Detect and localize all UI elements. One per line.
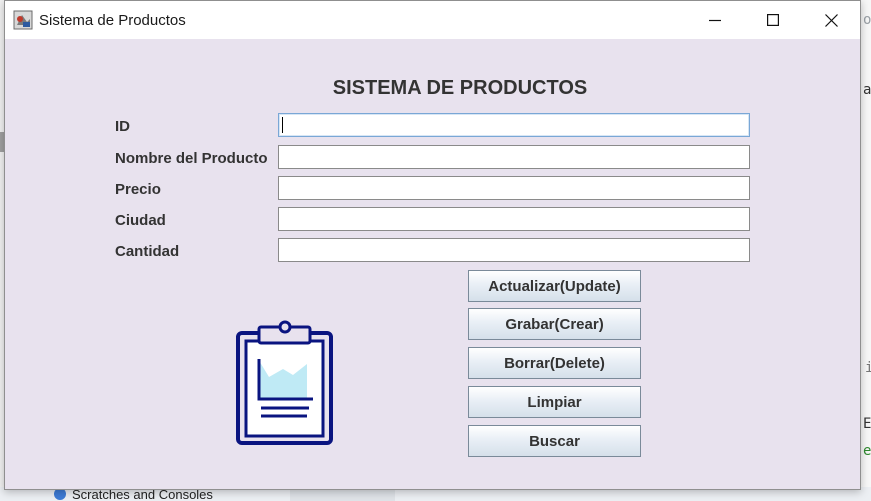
update-button[interactable]: Actualizar(Update)	[468, 270, 641, 302]
editor-fragment: a	[863, 82, 871, 98]
id-field[interactable]	[278, 113, 750, 137]
product-name-field[interactable]	[278, 145, 750, 169]
text-caret	[282, 117, 283, 133]
price-label: Precio	[115, 181, 161, 198]
price-field[interactable]	[278, 176, 750, 200]
clipboard-chart-icon	[236, 320, 333, 445]
app-window: Sistema de Productos SISTEMA DE PRODUCTO…	[4, 0, 861, 490]
editor-fragment: E	[863, 416, 871, 432]
maximize-icon	[767, 14, 779, 26]
maximize-button[interactable]	[744, 1, 802, 39]
product-name-label: Nombre del Producto	[115, 150, 268, 167]
form-heading: SISTEMA DE PRODUCTOS	[332, 77, 588, 99]
form-panel: SISTEMA DE PRODUCTOS ID Nombre del Produ…	[5, 39, 860, 491]
java-app-icon	[13, 10, 33, 30]
editor-fragment: og	[863, 12, 871, 28]
close-button[interactable]	[802, 1, 860, 39]
editor-fragment: e	[863, 443, 871, 459]
minimize-icon	[709, 19, 721, 22]
minimize-button[interactable]	[686, 1, 744, 39]
search-button[interactable]: Buscar	[468, 425, 641, 457]
city-field[interactable]	[278, 207, 750, 231]
city-label: Ciudad	[115, 212, 166, 229]
quantity-label: Cantidad	[115, 243, 180, 260]
close-icon	[824, 13, 838, 27]
window-title: Sistema de Productos	[39, 12, 186, 29]
editor-fragment: i	[865, 360, 871, 376]
create-button[interactable]: Grabar(Crear)	[468, 308, 641, 340]
id-label: ID	[115, 118, 130, 135]
delete-button[interactable]: Borrar(Delete)	[468, 347, 641, 379]
clear-button[interactable]: Limpiar	[468, 386, 641, 418]
quantity-field[interactable]	[278, 238, 750, 262]
title-bar[interactable]: Sistema de Productos	[5, 1, 860, 39]
